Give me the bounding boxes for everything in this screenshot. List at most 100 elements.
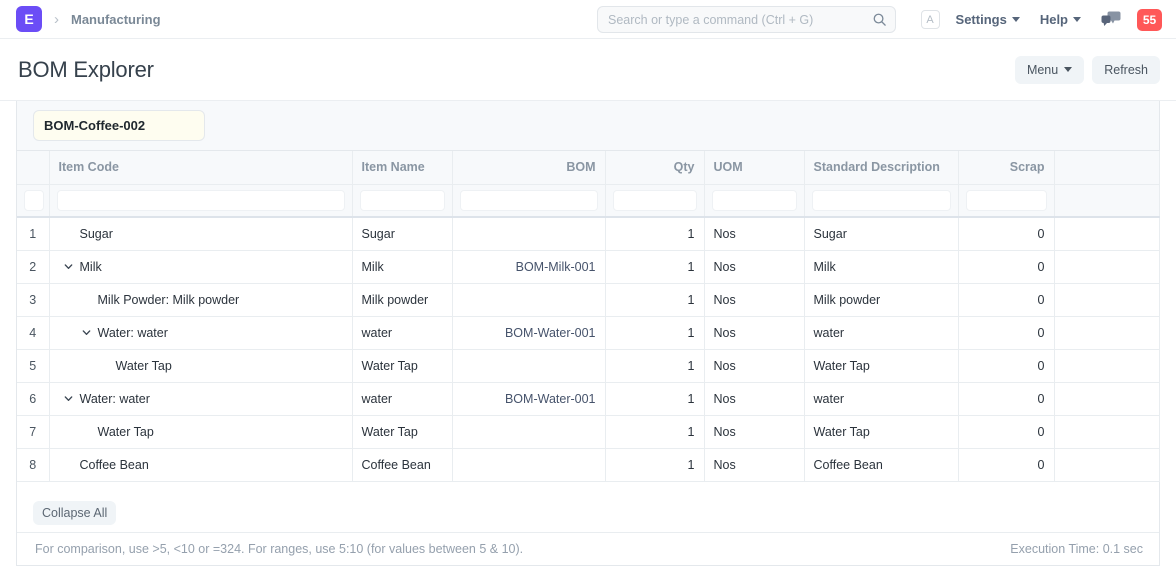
cell-std-desc[interactable]: Milk xyxy=(804,250,958,283)
cell-item-code[interactable]: Coffee Bean xyxy=(49,448,352,481)
column-header-item-name[interactable]: Item Name xyxy=(352,151,452,184)
cell-qty[interactable]: 1 xyxy=(605,250,704,283)
cell-bom[interactable]: BOM-Milk-001 xyxy=(452,250,605,283)
cell-qty[interactable]: 1 xyxy=(605,448,704,481)
chevron-down-icon[interactable] xyxy=(62,260,75,273)
avatar[interactable]: A xyxy=(921,10,940,29)
cell-uom[interactable]: Nos xyxy=(704,316,804,349)
cell-item-name[interactable]: Water Tap xyxy=(352,415,452,448)
cell-std-desc[interactable]: Coffee Bean xyxy=(804,448,958,481)
cell-qty[interactable]: 1 xyxy=(605,382,704,415)
cell-item-code[interactable]: Sugar xyxy=(49,217,352,250)
cell-uom[interactable]: Nos xyxy=(704,283,804,316)
table-row[interactable]: 7Water TapWater Tap1NosWater Tap0 xyxy=(17,415,1159,448)
cell-uom[interactable]: Nos xyxy=(704,217,804,250)
table-row[interactable]: 6Water: waterwaterBOM-Water-0011Noswater… xyxy=(17,382,1159,415)
cell-item-code[interactable]: Water: water xyxy=(49,316,352,349)
search-input[interactable] xyxy=(608,13,872,27)
filter-input-std-desc[interactable] xyxy=(812,190,951,211)
search-icon[interactable] xyxy=(872,12,887,27)
global-search[interactable] xyxy=(597,6,896,33)
cell-scrap[interactable]: 0 xyxy=(958,415,1054,448)
cell-std-desc[interactable]: Milk powder xyxy=(804,283,958,316)
filter-cell-std-desc xyxy=(804,184,958,217)
chevron-down-icon[interactable] xyxy=(80,326,93,339)
column-header-item-code[interactable]: Item Code xyxy=(49,151,352,184)
cell-item-code[interactable]: Milk xyxy=(49,250,352,283)
help-menu[interactable]: Help xyxy=(1040,12,1081,27)
cell-bom[interactable] xyxy=(452,415,605,448)
cell-item-name[interactable]: Coffee Bean xyxy=(352,448,452,481)
cell-scrap[interactable]: 0 xyxy=(958,250,1054,283)
cell-bom[interactable] xyxy=(452,448,605,481)
menu-button[interactable]: Menu xyxy=(1015,56,1084,84)
settings-menu[interactable]: Settings xyxy=(956,12,1020,27)
cell-std-desc[interactable]: Water Tap xyxy=(804,349,958,382)
cell-scrap[interactable]: 0 xyxy=(958,316,1054,349)
chevron-down-icon[interactable] xyxy=(62,392,75,405)
filter-input-bom[interactable] xyxy=(460,190,598,211)
cell-uom[interactable]: Nos xyxy=(704,382,804,415)
chevron-right-icon: › xyxy=(52,12,61,27)
table-row[interactable]: 4Water: waterwaterBOM-Water-0011Noswater… xyxy=(17,316,1159,349)
cell-scrap[interactable]: 0 xyxy=(958,283,1054,316)
cell-qty[interactable]: 1 xyxy=(605,349,704,382)
cell-item-name[interactable]: water xyxy=(352,382,452,415)
column-header-qty[interactable]: Qty xyxy=(605,151,704,184)
cell-bom[interactable] xyxy=(452,349,605,382)
cell-item-code[interactable]: Water: water xyxy=(49,382,352,415)
cell-std-desc[interactable]: water xyxy=(804,316,958,349)
cell-scrap[interactable]: 0 xyxy=(958,382,1054,415)
cell-item-name[interactable]: Water Tap xyxy=(352,349,452,382)
cell-item-code[interactable]: Water Tap xyxy=(49,415,352,448)
cell-scrap[interactable]: 0 xyxy=(958,349,1054,382)
table-row[interactable]: 8Coffee BeanCoffee Bean1NosCoffee Bean0 xyxy=(17,448,1159,481)
filter-input-uom[interactable] xyxy=(712,190,797,211)
cell-item-name[interactable]: Milk powder xyxy=(352,283,452,316)
cell-item-name[interactable]: Milk xyxy=(352,250,452,283)
cell-scrap[interactable]: 0 xyxy=(958,217,1054,250)
filter-input-index[interactable] xyxy=(24,190,44,211)
cell-bom[interactable]: BOM-Water-001 xyxy=(452,316,605,349)
cell-uom[interactable]: Nos xyxy=(704,250,804,283)
filter-hint-text: For comparison, use >5, <10 or =324. For… xyxy=(35,542,523,556)
cell-std-desc[interactable]: water xyxy=(804,382,958,415)
row-index: 5 xyxy=(17,349,49,382)
cell-qty[interactable]: 1 xyxy=(605,415,704,448)
filter-input-item-code[interactable] xyxy=(57,190,345,211)
cell-bom[interactable] xyxy=(452,283,605,316)
cell-scrap[interactable]: 0 xyxy=(958,448,1054,481)
cell-item-code[interactable]: Water Tap xyxy=(49,349,352,382)
cell-item-code[interactable]: Milk Powder: Milk powder xyxy=(49,283,352,316)
cell-uom[interactable]: Nos xyxy=(704,349,804,382)
table-row[interactable]: 2MilkMilkBOM-Milk-0011NosMilk0 xyxy=(17,250,1159,283)
cell-uom[interactable]: Nos xyxy=(704,448,804,481)
cell-uom[interactable]: Nos xyxy=(704,415,804,448)
cell-std-desc[interactable]: Water Tap xyxy=(804,415,958,448)
filter-input-qty[interactable] xyxy=(613,190,697,211)
cell-qty[interactable]: 1 xyxy=(605,316,704,349)
column-header-std-desc[interactable]: Standard Description xyxy=(804,151,958,184)
cell-bom[interactable]: BOM-Water-001 xyxy=(452,382,605,415)
cell-qty[interactable]: 1 xyxy=(605,217,704,250)
cell-item-name[interactable]: Sugar xyxy=(352,217,452,250)
column-header-bom[interactable]: BOM xyxy=(452,151,605,184)
notification-badge[interactable]: 55 xyxy=(1137,9,1162,31)
app-logo[interactable]: E xyxy=(16,6,42,32)
table-row[interactable]: 3Milk Powder: Milk powderMilk powder1Nos… xyxy=(17,283,1159,316)
collapse-all-button[interactable]: Collapse All xyxy=(33,501,116,525)
cell-std-desc[interactable]: Sugar xyxy=(804,217,958,250)
cell-item-name[interactable]: water xyxy=(352,316,452,349)
table-row[interactable]: 5Water TapWater Tap1NosWater Tap0 xyxy=(17,349,1159,382)
table-row[interactable]: 1SugarSugar1NosSugar0 xyxy=(17,217,1159,250)
breadcrumb-item-manufacturing[interactable]: Manufacturing xyxy=(71,12,161,27)
bom-input[interactable] xyxy=(33,110,205,141)
column-header-uom[interactable]: UOM xyxy=(704,151,804,184)
cell-bom[interactable] xyxy=(452,217,605,250)
filter-input-item-name[interactable] xyxy=(360,190,445,211)
cell-qty[interactable]: 1 xyxy=(605,283,704,316)
column-header-scrap[interactable]: Scrap xyxy=(958,151,1054,184)
chat-icon[interactable] xyxy=(1101,11,1121,29)
refresh-button[interactable]: Refresh xyxy=(1092,56,1160,84)
filter-input-scrap[interactable] xyxy=(966,190,1047,211)
